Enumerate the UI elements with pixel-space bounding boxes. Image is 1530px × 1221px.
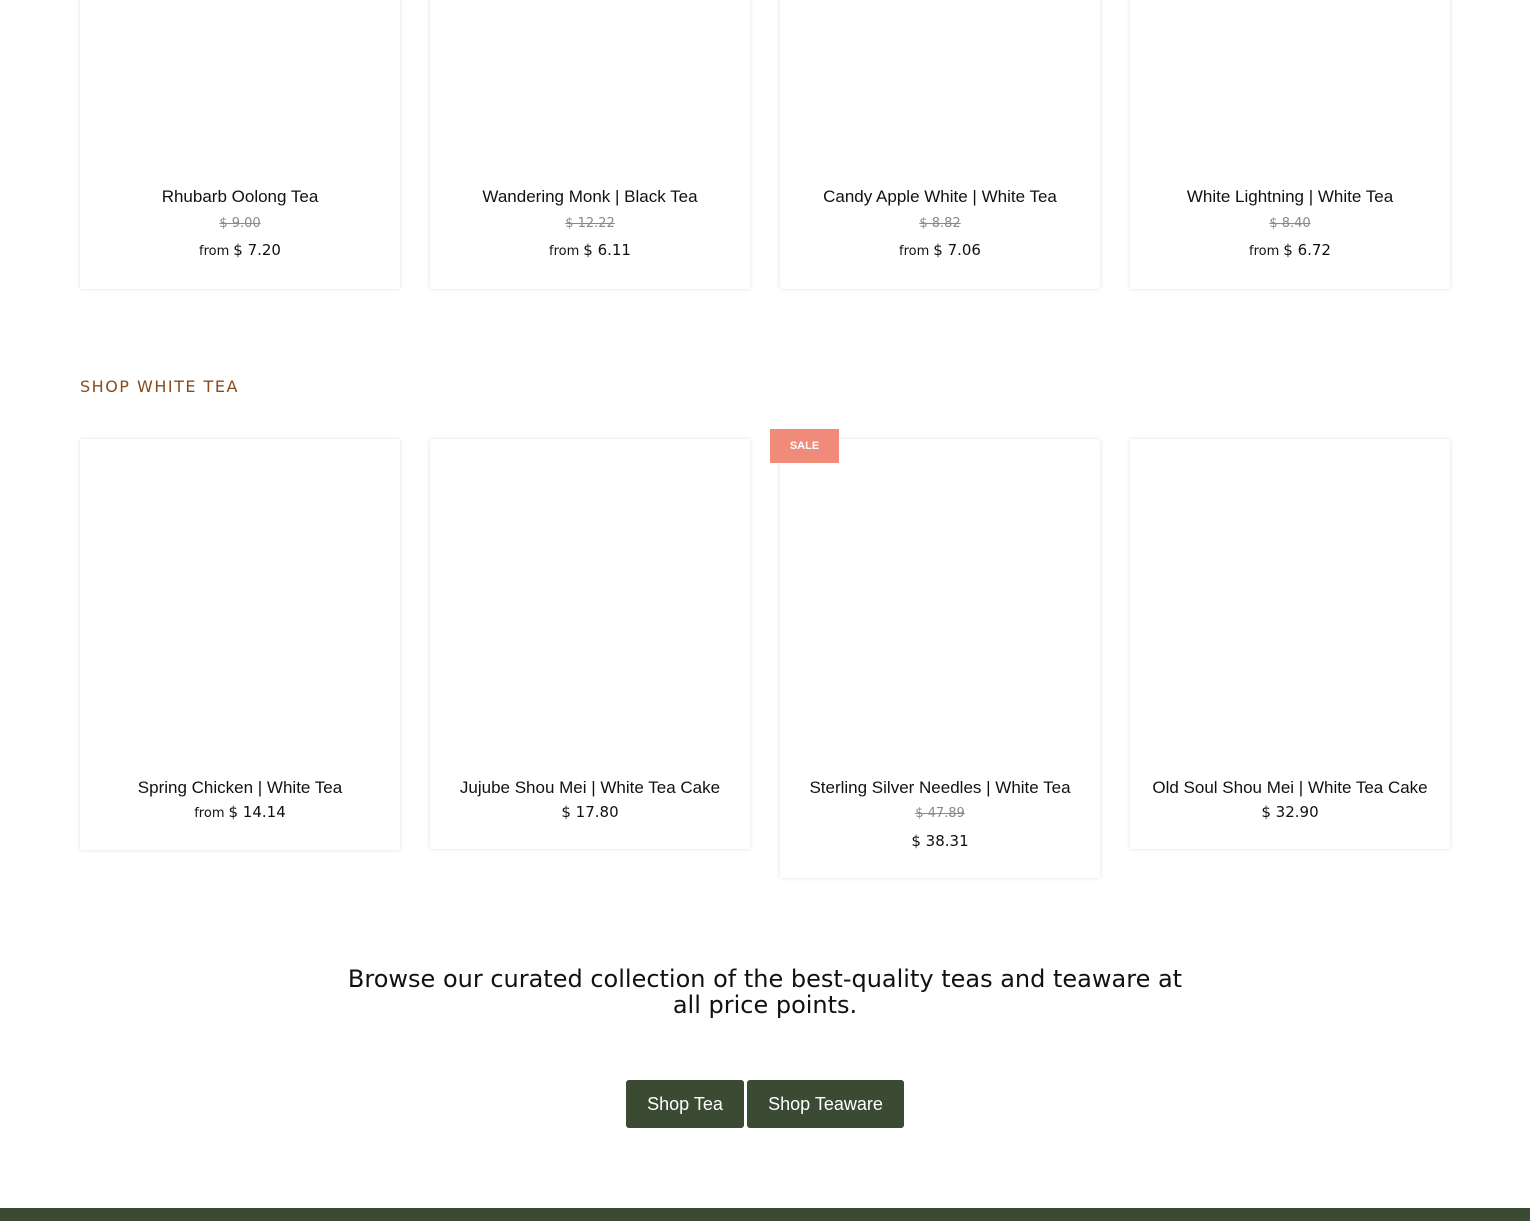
product-price: from $ 6.11 <box>430 241 750 259</box>
product-card-wandering-monk[interactable]: Wandering Monk | Black Tea $ 12.22 from $… <box>430 0 750 289</box>
section-heading-shop-white-tea: SHOP WHITE TEA <box>80 377 239 396</box>
product-price: from $ 7.06 <box>780 241 1100 259</box>
price-value: $ 14.14 <box>228 803 286 821</box>
price-value: $ 6.11 <box>583 241 631 259</box>
product-title[interactable]: White Lightning | White Tea <box>1130 187 1450 207</box>
browse-collection-text: Browse our curated collection of the bes… <box>347 965 1183 1019</box>
footer-bar <box>0 1208 1530 1221</box>
product-price: $ 38.31 <box>911 832 969 850</box>
product-title[interactable]: Spring Chicken | White Tea <box>80 778 400 798</box>
from-label: from <box>194 806 225 821</box>
product-card-spring-chicken[interactable]: Spring Chicken | White Tea from $ 14.14 <box>80 439 400 850</box>
price-value: $ 7.20 <box>233 241 281 259</box>
shop-teaware-button[interactable]: Shop Teaware <box>747 1080 904 1128</box>
product-price: $ 32.90 <box>1261 803 1319 821</box>
product-title[interactable]: Candy Apple White | White Tea <box>780 187 1100 207</box>
product-title[interactable]: Jujube Shou Mei | White Tea Cake <box>430 778 750 798</box>
product-title[interactable]: Wandering Monk | Black Tea <box>430 187 750 207</box>
compare-price: $ 12.22 <box>565 216 615 231</box>
compare-price: $ 47.89 <box>915 806 965 821</box>
compare-price: $ 8.40 <box>1269 216 1311 231</box>
from-label: from <box>549 244 580 259</box>
product-price: $ 17.80 <box>561 803 619 821</box>
price-value: $ 7.06 <box>933 241 981 259</box>
product-price: from $ 7.20 <box>80 241 400 259</box>
product-price: from $ 14.14 <box>80 803 400 821</box>
price-value: $ 6.72 <box>1283 241 1331 259</box>
from-label: from <box>899 244 930 259</box>
from-label: from <box>1249 244 1280 259</box>
product-price: from $ 6.72 <box>1130 241 1450 259</box>
sale-badge: SALE <box>770 429 839 463</box>
product-card-candy-apple-white[interactable]: Candy Apple White | White Tea $ 8.82 fro… <box>780 0 1100 289</box>
product-card-sterling-silver-needles[interactable]: Sterling Silver Needles | White Tea $ 47… <box>780 439 1100 878</box>
shop-tea-button[interactable]: Shop Tea <box>626 1080 744 1128</box>
product-card-rhubarb-oolong[interactable]: Rhubarb Oolong Tea $ 9.00 from $ 7.20 <box>80 0 400 289</box>
compare-price: $ 8.82 <box>919 216 961 231</box>
compare-price: $ 9.00 <box>219 216 261 231</box>
product-title[interactable]: Old Soul Shou Mei | White Tea Cake <box>1130 778 1450 798</box>
product-card-old-soul-shou-mei[interactable]: Old Soul Shou Mei | White Tea Cake $ 32.… <box>1130 439 1450 849</box>
product-title[interactable]: Rhubarb Oolong Tea <box>80 187 400 207</box>
from-label: from <box>199 244 230 259</box>
product-title[interactable]: Sterling Silver Needles | White Tea <box>780 778 1100 798</box>
product-card-jujube-shou-mei[interactable]: Jujube Shou Mei | White Tea Cake $ 17.80 <box>430 439 750 849</box>
product-card-white-lightning[interactable]: White Lightning | White Tea $ 8.40 from $… <box>1130 0 1450 289</box>
